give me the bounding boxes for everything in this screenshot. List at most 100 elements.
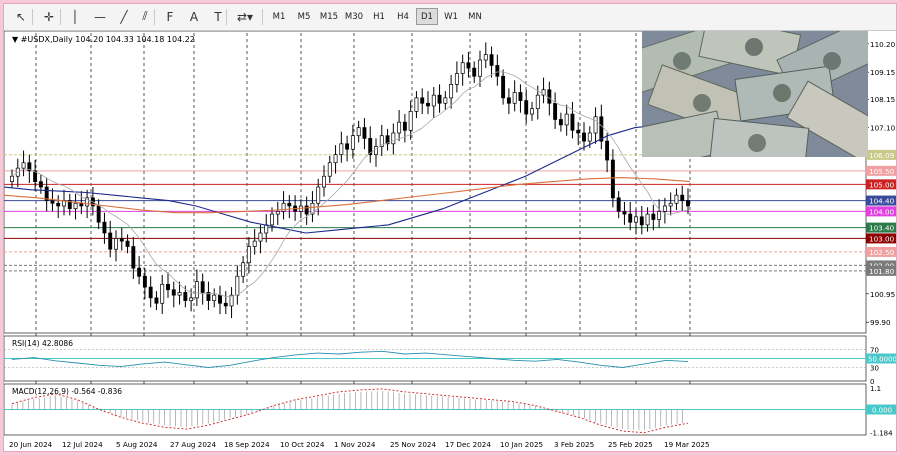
price-tick-label: 110.20: [870, 40, 896, 49]
candle-body: [333, 154, 338, 164]
candle-body: [524, 100, 529, 115]
price-level-tag-label: 104.40: [869, 197, 895, 206]
time-axis-label: 25 Nov 2024: [390, 440, 436, 449]
horizontal-line-icon[interactable]: —: [90, 7, 110, 26]
candle-body: [264, 224, 269, 234]
candle-body: [125, 240, 130, 247]
timeframe-mn-button[interactable]: MN: [464, 8, 486, 25]
candle-body: [460, 62, 465, 74]
candle-body: [558, 119, 563, 126]
text-icon[interactable]: A: [186, 7, 202, 26]
candle-body: [397, 121, 402, 134]
candle-body: [79, 202, 84, 207]
candle-body: [483, 54, 488, 61]
price-tick-label: 108.15: [870, 95, 895, 104]
fibonacci-icon[interactable]: F: [162, 7, 178, 26]
candle-body: [489, 54, 494, 66]
candle-body: [316, 186, 321, 204]
timeframe-m15-button[interactable]: M15: [318, 8, 340, 25]
candle-body: [686, 200, 690, 207]
candle-body: [38, 181, 43, 188]
candle-body: [535, 94, 540, 110]
candle-body: [426, 102, 430, 107]
price-level-tag-label: 104.00: [869, 207, 895, 216]
candle-body: [56, 202, 61, 207]
candle-body: [454, 73, 459, 85]
candle-body: [252, 240, 257, 247]
candle-body: [564, 113, 569, 126]
candle-body: [501, 75, 506, 99]
candle-body: [599, 116, 604, 142]
rsi-tick-label: 30: [870, 365, 879, 373]
macd-level-tag-label: 0.000: [872, 407, 892, 415]
channel-icon[interactable]: ⫽: [136, 7, 154, 26]
candle-body: [189, 297, 194, 301]
cursor-icon[interactable]: ↖: [12, 7, 30, 26]
candle-body: [616, 197, 621, 212]
chart-symbol-header: ▼ #USDX,Daily 104.20 104.33 104.18 104.2…: [12, 35, 195, 44]
candle-body: [50, 200, 55, 204]
timeframe-d1-button[interactable]: D1: [416, 8, 438, 25]
candle-body: [241, 262, 246, 277]
candle-body: [408, 111, 413, 131]
candle-body: [356, 127, 361, 137]
price-chart-area[interactable]: ▼ #USDX,Daily 104.20 104.33 104.18 104.2…: [3, 30, 897, 451]
candle-body: [235, 275, 240, 296]
price-level-tag-label: 102.50: [869, 248, 895, 257]
candle-body: [610, 159, 615, 199]
shapes-icon[interactable]: ⇄▾: [234, 7, 256, 26]
candle-body: [512, 92, 517, 104]
candle-body: [160, 284, 165, 304]
price-tick-label: 99.90: [870, 318, 891, 327]
timeframe-w1-button[interactable]: W1: [440, 8, 462, 25]
macd-tick-label: -1.184: [870, 430, 893, 438]
candle-body: [582, 132, 586, 142]
candle-body: [518, 92, 523, 101]
time-axis-label: 10 Jan 2025: [500, 440, 543, 449]
dollar-bills-picture: [642, 31, 868, 157]
candle-body: [651, 213, 656, 220]
rsi-level-tag-label: 50.0000: [868, 356, 896, 364]
label-icon[interactable]: T: [208, 7, 228, 26]
price-level-tag-label: 101.80: [869, 267, 895, 276]
time-axis-label: 25 Feb 2025: [608, 440, 653, 449]
timeframe-h4-button[interactable]: H4: [392, 8, 414, 25]
banknotes-image: [642, 31, 868, 157]
price-tick-label: 109.15: [870, 68, 895, 77]
candle-body: [177, 292, 182, 296]
candle-body: [628, 213, 633, 223]
candle-body: [431, 94, 436, 107]
timeframe-h1-button[interactable]: H1: [368, 8, 390, 25]
candle-body: [553, 102, 558, 120]
timeframe-m5-button[interactable]: M5: [292, 8, 316, 25]
candle-body: [472, 67, 477, 77]
candle-body: [287, 202, 292, 207]
candle-body: [362, 127, 367, 139]
candle-body: [478, 59, 482, 77]
time-axis-label: 19 Mar 2025: [664, 440, 710, 449]
rsi-title: RSI(14) 42.8086: [12, 339, 73, 348]
candle-body: [194, 281, 199, 299]
candle-body: [414, 97, 419, 112]
candle-body: [449, 84, 454, 99]
candle-body: [218, 294, 222, 304]
candle-body: [246, 246, 251, 264]
candle-body: [96, 205, 101, 223]
time-axis-label: 3 Feb 2025: [554, 440, 594, 449]
candle-body: [137, 267, 142, 277]
time-axis-label: 5 Aug 2024: [116, 440, 158, 449]
candle-body: [443, 97, 448, 104]
trendline-icon[interactable]: ╱: [116, 7, 132, 26]
candle-body: [108, 232, 113, 250]
price-level-tag-label: 105.00: [869, 180, 895, 189]
candle-body: [668, 202, 673, 207]
crosshair-icon[interactable]: ✛: [38, 7, 60, 26]
timeframe-m1-button[interactable]: M1: [268, 8, 290, 25]
vertical-line-icon[interactable]: │: [68, 7, 82, 26]
candle-body: [148, 286, 153, 299]
toolbar-separator: [32, 9, 33, 25]
candle-body: [680, 194, 685, 201]
timeframe-m30-button[interactable]: M30: [342, 8, 366, 25]
candle-body: [21, 162, 26, 169]
candle-body: [223, 302, 228, 307]
